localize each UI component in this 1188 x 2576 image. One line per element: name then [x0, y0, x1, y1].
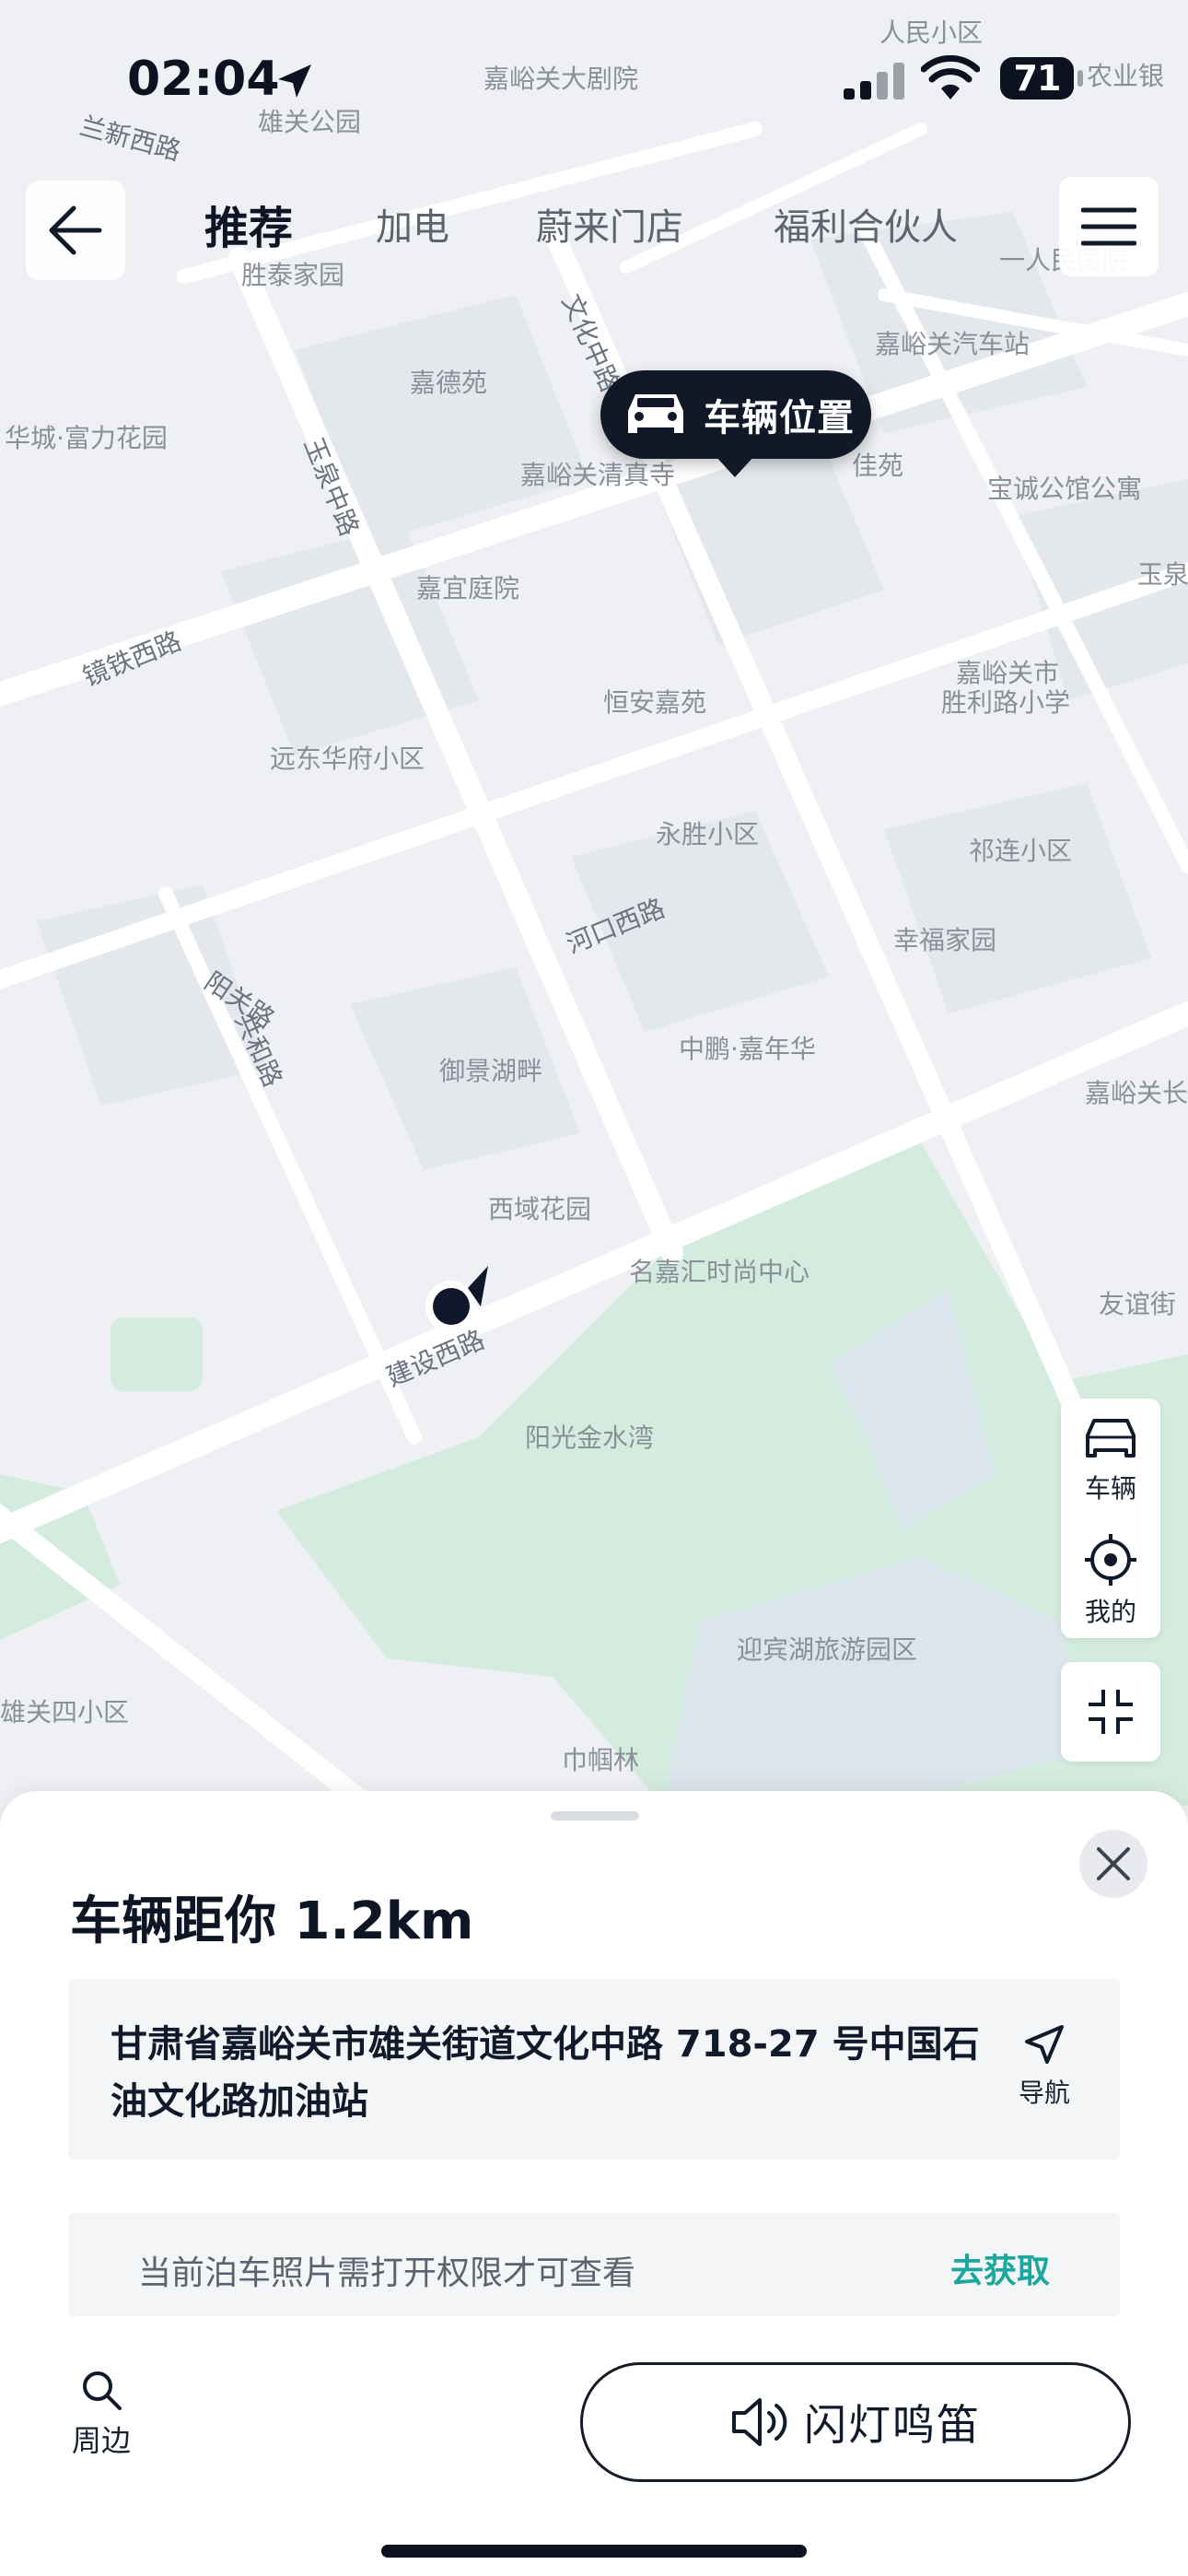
speaker-icon — [732, 2398, 787, 2446]
vehicle-marker-label: 车辆位置 — [704, 397, 855, 439]
battery-indicator: 71 — [1000, 57, 1074, 100]
navigate-button[interactable]: 导航 — [989, 2023, 1100, 2110]
svg-text:永胜小区: 永胜小区 — [656, 819, 759, 849]
svg-text:巾帼林: 巾帼林 — [562, 1745, 639, 1775]
svg-text:玉泉: 玉泉 — [1137, 559, 1188, 590]
nearby-label: 周边 — [71, 2423, 131, 2458]
nearby-button[interactable]: 周边 — [64, 2368, 138, 2460]
back-arrow-icon — [49, 205, 102, 255]
flash-and-honk-label: 闪灯鸣笛 — [804, 2400, 981, 2450]
svg-text:胜利路小学: 胜利路小学 — [941, 687, 1070, 718]
car-outline-icon — [1086, 1419, 1136, 1458]
svg-text:宝诚公馆公寓: 宝诚公馆公寓 — [987, 474, 1142, 504]
wifi-icon — [921, 55, 980, 100]
home-indicator[interactable] — [381, 2545, 807, 2558]
locate-me-button[interactable]: 我的 — [1061, 1533, 1160, 1629]
locate-vehicle-button[interactable]: 车辆 — [1061, 1415, 1160, 1505]
svg-text:佳苑: 佳苑 — [852, 451, 903, 481]
flash-and-honk-button[interactable]: 闪灯鸣笛 — [580, 2362, 1131, 2482]
close-icon — [1097, 1847, 1130, 1880]
status-bar: 02:04 71 — [0, 0, 1188, 138]
hamburger-menu-icon — [1081, 207, 1136, 246]
collapse-map-button[interactable] — [1061, 1662, 1160, 1762]
tab-nio-stores[interactable]: 蔚来门店 — [536, 197, 683, 251]
svg-text:远东华府小区: 远东华府小区 — [270, 744, 425, 774]
search-icon — [83, 2371, 122, 2410]
me-control-label: 我的 — [1084, 1597, 1136, 1627]
vehicle-location-marker[interactable]: 车辆位置 — [600, 370, 871, 459]
vehicle-address: 甘肃省嘉峪关市雄关街道文化中路 718-27 号中国石油文化路加油站 — [111, 2023, 980, 2123]
svg-text:嘉峪关清真寺: 嘉峪关清真寺 — [520, 460, 675, 490]
battery-cap — [1077, 70, 1083, 87]
location-arrow-icon — [278, 64, 311, 98]
tab-recommend[interactable]: 推荐 — [204, 192, 293, 256]
collapse-icon — [1089, 1690, 1133, 1734]
svg-text:幸福家园: 幸福家园 — [893, 925, 996, 955]
svg-text:嘉宜庭院: 嘉宜庭院 — [416, 573, 519, 603]
sheet-drag-handle[interactable] — [551, 1811, 639, 1821]
vehicle-control-label: 车辆 — [1084, 1473, 1136, 1504]
svg-text:阳光金水湾: 阳光金水湾 — [525, 1423, 654, 1453]
vehicle-info-sheet: 车辆距你 1.2km 甘肃省嘉峪关市雄关街道文化中路 718-27 号中国石油文… — [0, 1791, 1188, 2576]
tab-welfare-partner[interactable]: 福利合伙人 — [774, 197, 958, 251]
svg-text:嘉峪关市: 嘉峪关市 — [956, 658, 1059, 688]
svg-text:恒安嘉苑: 恒安嘉苑 — [603, 687, 706, 718]
cellular-signal-icon — [844, 63, 904, 100]
svg-text:中鹏·嘉年华: 中鹏·嘉年华 — [679, 1034, 816, 1064]
map-side-controls: 车辆 我的 — [1061, 1399, 1160, 1638]
status-time: 02:04 — [127, 52, 280, 107]
vehicle-marker-pointer — [715, 455, 755, 477]
navigate-label: 导航 — [1018, 2078, 1070, 2108]
svg-text:祁连小区: 祁连小区 — [969, 836, 1072, 866]
vehicle-distance-title: 车辆距你 1.2km — [70, 1891, 474, 1951]
svg-text:迎宾湖旅游园区: 迎宾湖旅游园区 — [737, 1634, 917, 1665]
svg-text:名嘉汇时尚中心: 名嘉汇时尚中心 — [629, 1257, 809, 1287]
close-button[interactable] — [1079, 1830, 1147, 1898]
car-icon — [628, 394, 683, 433]
svg-text:友谊街: 友谊街 — [1099, 1289, 1176, 1319]
menu-button[interactable] — [1059, 177, 1159, 276]
top-navigation: 推荐 加电 蔚来门店 福利合伙人 — [0, 166, 1188, 280]
svg-text:雄关四小区: 雄关四小区 — [0, 1697, 129, 1727]
parking-photo-notice: 当前泊车照片需打开权限才可查看 去获取 — [68, 2213, 1120, 2316]
get-permission-link[interactable]: 去获取 — [950, 2244, 1050, 2292]
navigation-arrow-icon — [1025, 2025, 1064, 2064]
svg-text:华城·富力花园: 华城·富力花园 — [5, 423, 168, 453]
svg-text:嘉峪关长: 嘉峪关长 — [1085, 1078, 1188, 1108]
svg-text:西域花园: 西域花园 — [488, 1194, 591, 1224]
crosshair-icon — [1085, 1534, 1136, 1586]
address-card: 甘肃省嘉峪关市雄关街道文化中路 718-27 号中国石油文化路加油站 导航 — [68, 1979, 1120, 2160]
back-button[interactable] — [26, 181, 125, 280]
svg-text:嘉德苑: 嘉德苑 — [410, 368, 487, 398]
svg-text:嘉峪关汽车站: 嘉峪关汽车站 — [875, 329, 1030, 359]
tab-charging[interactable]: 加电 — [376, 197, 449, 251]
parking-photo-text: 当前泊车照片需打开权限才可查看 — [138, 2254, 636, 2292]
svg-text:御景湖畔: 御景湖畔 — [439, 1056, 542, 1086]
